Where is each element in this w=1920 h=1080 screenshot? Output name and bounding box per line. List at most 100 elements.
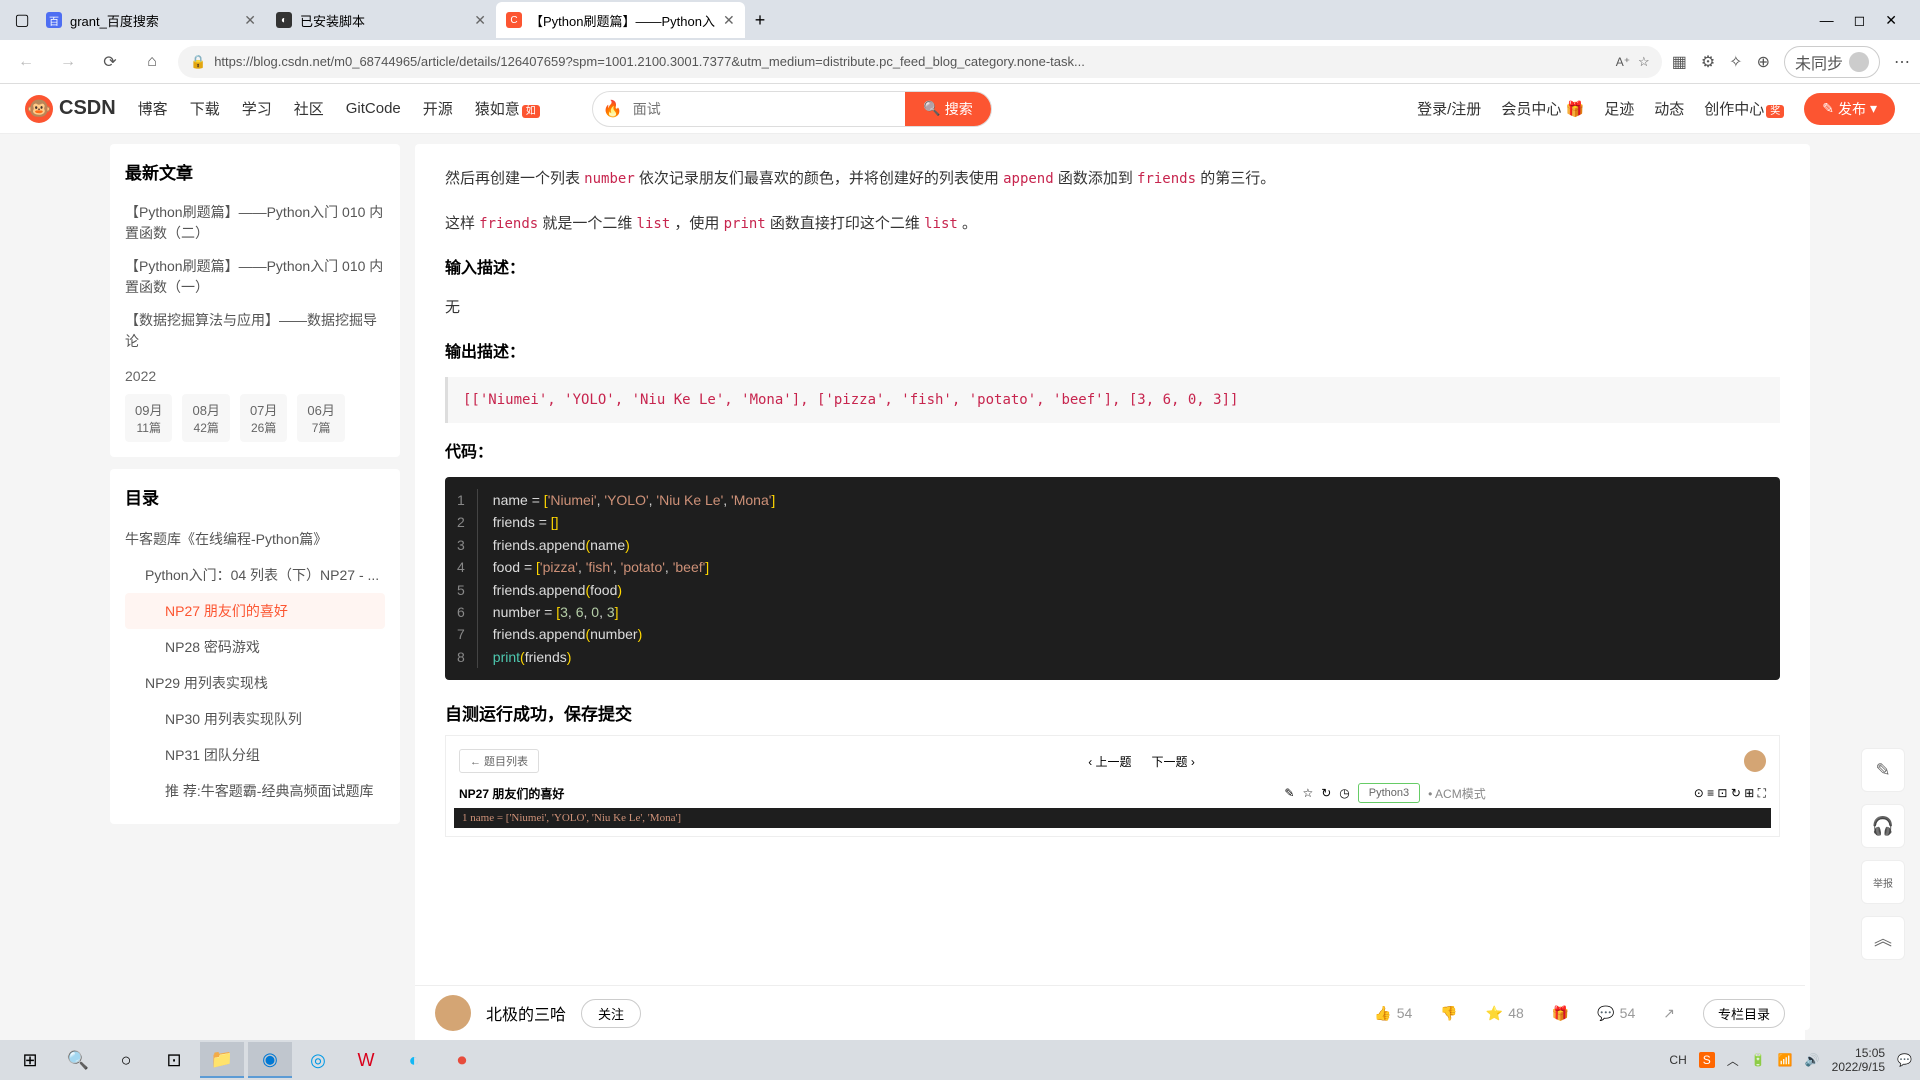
close-icon[interactable]: ✕ xyxy=(474,12,486,29)
nav-learn[interactable]: 学习 xyxy=(242,98,272,119)
edge-button[interactable]: ◉ xyxy=(248,1042,292,1078)
profile-button[interactable]: 未同步 xyxy=(1784,46,1880,78)
tab-csdn[interactable]: C 【Python刷题篇】——Python入 ✕ xyxy=(496,2,745,38)
share-button[interactable]: ↗ xyxy=(1663,1005,1675,1022)
new-tab-button[interactable]: + xyxy=(745,10,776,31)
prev-btn[interactable]: ‹ 上一题 xyxy=(1088,753,1131,770)
publish-button[interactable]: ✎ 发布 ▾ xyxy=(1804,93,1895,125)
toc-item[interactable]: NP31 团队分组 xyxy=(125,737,385,773)
minimize-button[interactable]: — xyxy=(1820,12,1834,29)
record-button[interactable]: ⏺ xyxy=(440,1042,484,1078)
float-support[interactable]: 🎧 xyxy=(1861,804,1905,848)
close-window-button[interactable]: ✕ xyxy=(1885,12,1897,29)
ime-indicator[interactable]: CH xyxy=(1669,1053,1686,1067)
clock-icon[interactable]: ◷ xyxy=(1339,786,1349,800)
clock[interactable]: 15:05 2022/9/15 xyxy=(1832,1046,1885,1075)
maximize-button[interactable]: ◻ xyxy=(1854,12,1866,29)
search-button[interactable]: 🔍 搜索 xyxy=(905,92,990,126)
favorite-button[interactable]: ⭐48 xyxy=(1486,1005,1524,1022)
qq-button[interactable]: ◐ xyxy=(392,1042,436,1078)
taskview-button[interactable]: ⊡ xyxy=(152,1042,196,1078)
toc-item[interactable]: NP29 用列表实现栈 xyxy=(125,665,385,701)
reload-button[interactable]: ⟳ xyxy=(94,46,126,78)
tab-list-button[interactable]: ▢ xyxy=(8,6,36,34)
float-report[interactable]: 举报 xyxy=(1861,860,1905,904)
toc-item[interactable]: NP30 用列表实现队列 xyxy=(125,701,385,737)
month-box[interactable]: 08月42篇 xyxy=(182,394,229,442)
search-input[interactable] xyxy=(633,101,906,117)
back-to-list-btn[interactable]: ← 题目列表 xyxy=(459,749,539,773)
toc-item[interactable]: NP28 密码游戏 xyxy=(125,629,385,665)
start-button[interactable]: ⊞ xyxy=(8,1042,52,1078)
system-tray: CH S ︿ 🔋 📶 🔊 15:05 2022/9/15 💬 xyxy=(1669,1046,1912,1075)
lang-select[interactable]: Python3 xyxy=(1358,783,1420,803)
wps-button[interactable]: W xyxy=(344,1042,388,1078)
reader-icon[interactable]: A⁺ xyxy=(1616,55,1630,69)
menu-icon[interactable]: ⋯ xyxy=(1894,52,1910,72)
toc-item[interactable]: 推 荐:牛客题霸-经典高频面试题库 xyxy=(125,773,385,809)
dislike-button[interactable]: 👎 xyxy=(1440,1005,1457,1022)
favicon-csdn: C xyxy=(506,12,522,28)
nav-history[interactable]: 足迹 xyxy=(1604,98,1634,119)
notification-icon[interactable]: 💬 xyxy=(1897,1053,1912,1067)
nav-community[interactable]: 社区 xyxy=(294,98,324,119)
code-lines[interactable]: name = ['Niumei', 'YOLO', 'Niu Ke Le', '… xyxy=(478,489,791,668)
nav-yuanruyi[interactable]: 猿如意如 xyxy=(475,98,540,119)
nav-login[interactable]: 登录/注册 xyxy=(1417,98,1481,119)
tab-scripts[interactable]: ◐ 已安装脚本 ✕ xyxy=(266,2,496,38)
star-icon[interactable]: ☆ xyxy=(1302,786,1313,800)
nav-opensource[interactable]: 开源 xyxy=(423,98,453,119)
next-btn[interactable]: 下一题 › xyxy=(1152,753,1195,770)
edit-icon[interactable]: ✎ xyxy=(1284,786,1294,800)
volume-icon[interactable]: 🔊 xyxy=(1805,1053,1820,1067)
explorer-button[interactable]: 📁 xyxy=(200,1042,244,1078)
back-button[interactable]: ← xyxy=(10,46,42,78)
float-edit[interactable]: ✎ xyxy=(1861,748,1905,792)
nav-gitcode[interactable]: GitCode xyxy=(346,100,401,117)
author-name[interactable]: 北极的三哈 xyxy=(486,1001,566,1025)
nav-creator[interactable]: 创作中心奖 xyxy=(1704,98,1784,119)
close-icon[interactable]: ✕ xyxy=(244,12,256,29)
reward-button[interactable]: 🎁 xyxy=(1552,1005,1569,1022)
follow-button[interactable]: 关注 xyxy=(581,999,641,1028)
toolbar-icons[interactable]: ⊙ ≡ ⊡ ↻ ⊞ ⛶ xyxy=(1694,786,1766,801)
author-avatar[interactable] xyxy=(435,995,471,1031)
tab-baidu[interactable]: 百 grant_百度搜索 ✕ xyxy=(36,2,266,38)
latest-link[interactable]: 【Python刷题篇】——Python入门 010 内置函数（一） xyxy=(125,250,385,304)
nav-blog[interactable]: 博客 xyxy=(138,98,168,119)
collections-icon[interactable]: ⊕ xyxy=(1757,52,1770,72)
cortana-button[interactable]: ○ xyxy=(104,1042,148,1078)
search-button[interactable]: 🔍 xyxy=(56,1042,100,1078)
url-input[interactable]: 🔒 https://blog.csdn.net/m0_68744965/arti… xyxy=(178,46,1662,78)
comment-button[interactable]: 💬54 xyxy=(1597,1005,1635,1022)
toc-item[interactable]: 牛客题库《在线编程-Python篇》 xyxy=(125,521,385,557)
close-icon[interactable]: ✕ xyxy=(723,12,735,29)
like-button[interactable]: 👍54 xyxy=(1374,1005,1412,1022)
line-numbers: 12345678 xyxy=(445,489,478,668)
month-box[interactable]: 07月26篇 xyxy=(240,394,287,442)
favorites-icon[interactable]: ✧ xyxy=(1729,52,1742,72)
month-box[interactable]: 06月7篇 xyxy=(297,394,344,442)
nav-download[interactable]: 下载 xyxy=(190,98,220,119)
column-button[interactable]: 专栏目录 xyxy=(1703,999,1785,1028)
puzzle-icon[interactable]: ⚙ xyxy=(1701,52,1715,72)
home-button[interactable]: ⌂ xyxy=(136,46,168,78)
browser2-button[interactable]: ◎ xyxy=(296,1042,340,1078)
toc-item[interactable]: Python入门：04 列表（下）NP27 - ... xyxy=(125,557,385,593)
month-box[interactable]: 09月11篇 xyxy=(125,394,172,442)
network-icon[interactable]: 📶 xyxy=(1778,1053,1793,1067)
csdn-logo[interactable]: 🐵 CSDN xyxy=(25,95,116,123)
latest-link[interactable]: 【数据挖掘算法与应用】——数据挖掘导论 xyxy=(125,304,385,358)
sogou-icon[interactable]: S xyxy=(1699,1052,1715,1068)
tray-chevron[interactable]: ︿ xyxy=(1727,1052,1739,1069)
battery-icon[interactable]: 🔋 xyxy=(1751,1053,1766,1067)
extension-icon[interactable]: ▦ xyxy=(1672,52,1687,72)
latest-link[interactable]: 【Python刷题篇】——Python入门 010 内置函数（二） xyxy=(125,196,385,250)
nav-vip[interactable]: 会员中心 🎁 xyxy=(1501,98,1584,119)
float-top[interactable]: ︽ xyxy=(1861,916,1905,960)
forward-button[interactable]: → xyxy=(52,46,84,78)
nav-activity[interactable]: 动态 xyxy=(1654,98,1684,119)
star-icon[interactable]: ☆ xyxy=(1638,54,1650,70)
refresh-icon[interactable]: ↻ xyxy=(1321,786,1331,800)
toc-item-active[interactable]: NP27 朋友们的喜好 xyxy=(125,593,385,629)
